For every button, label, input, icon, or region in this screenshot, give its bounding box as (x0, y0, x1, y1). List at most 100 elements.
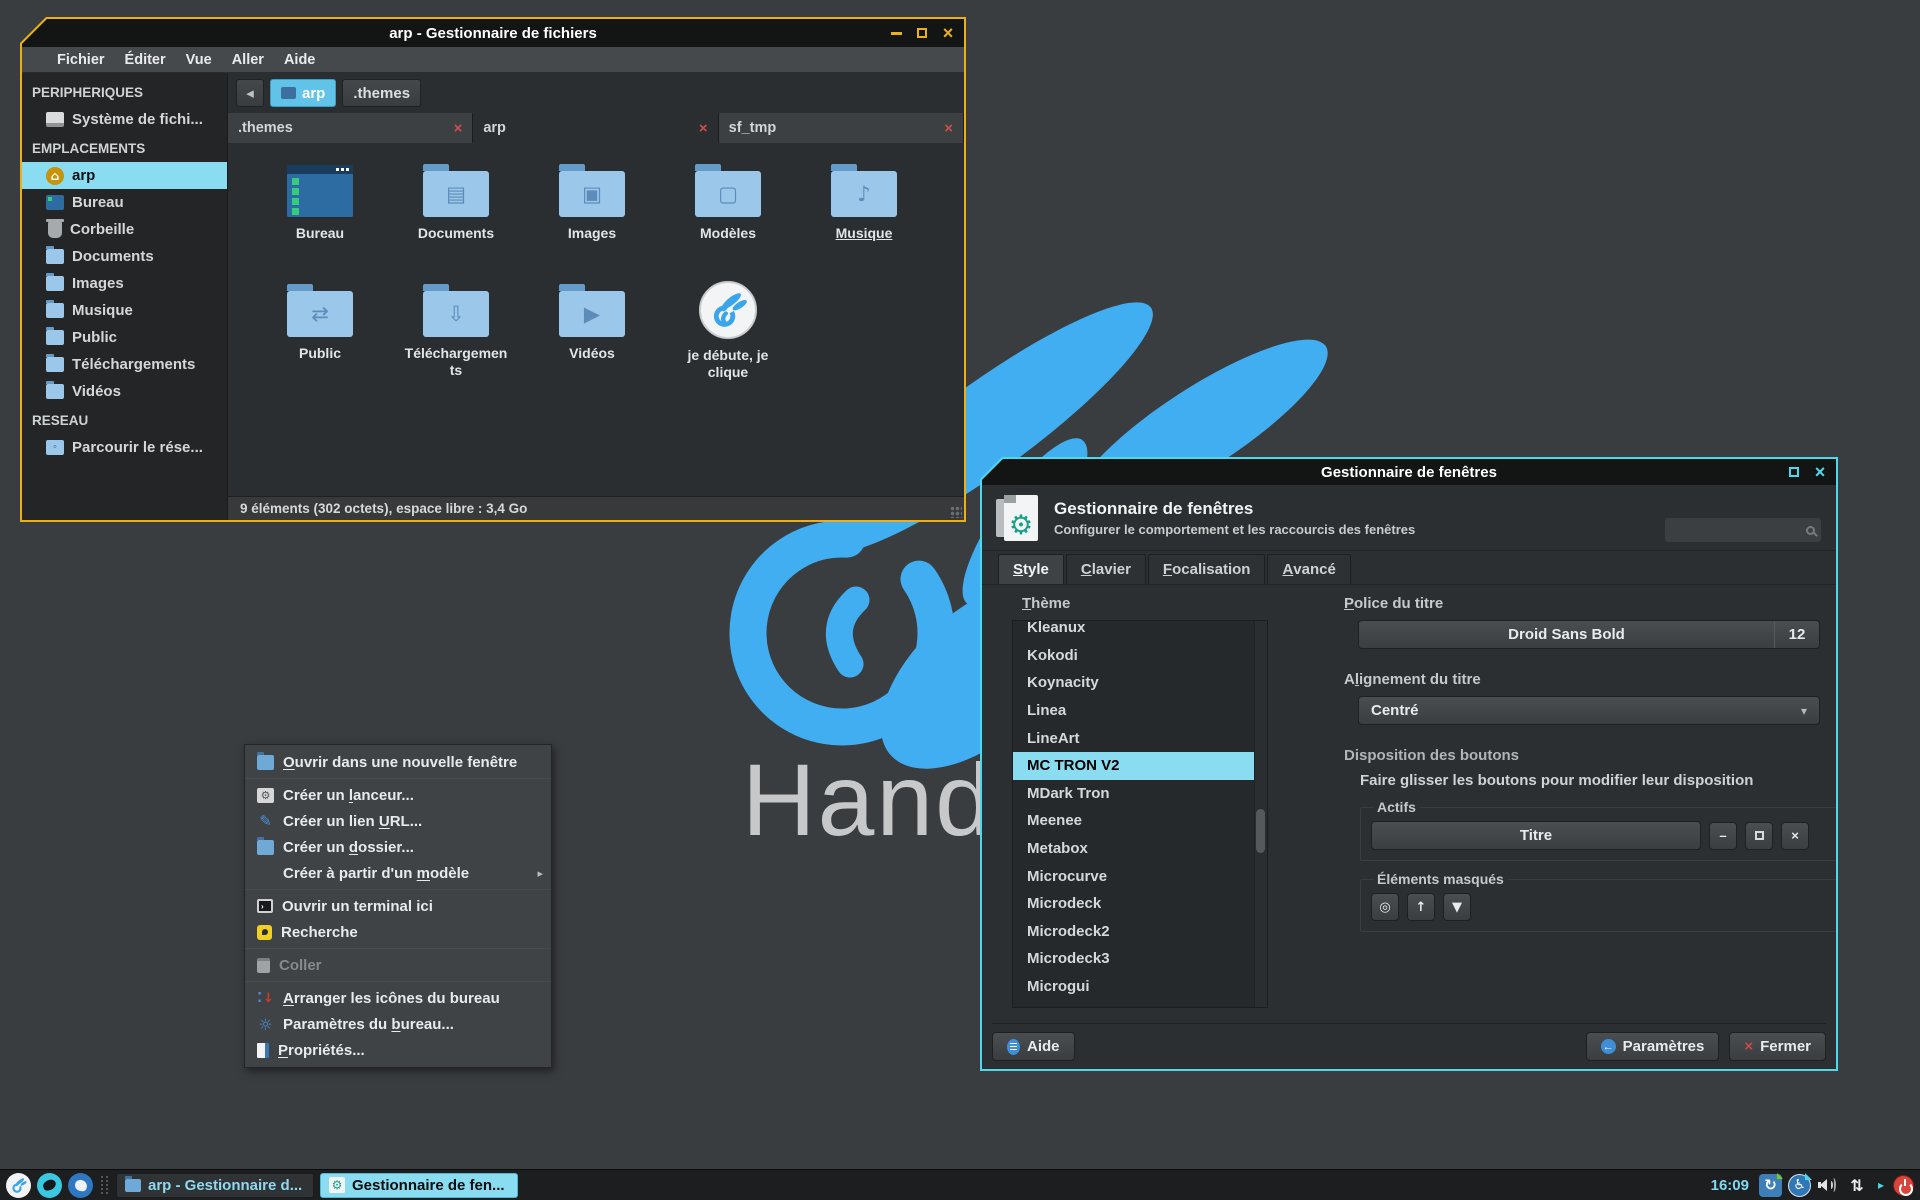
theme-option[interactable]: Microgui (1013, 973, 1267, 1001)
file-images[interactable]: ▣ Images (524, 157, 660, 277)
tab-clavier[interactable]: Clavier (1065, 554, 1146, 584)
sidebar-item-bureau[interactable]: Bureau (22, 189, 227, 216)
sidebar-item-corbeille[interactable]: Corbeille (22, 216, 227, 243)
network-tray-icon[interactable]: ⇅ (1845, 1173, 1869, 1197)
theme-list[interactable]: Kleanux Kokodi Koynacity Linea LineArt M… (1012, 620, 1268, 1008)
stick-drag-button[interactable]: ◎ (1371, 893, 1399, 921)
maximize-drag-button[interactable] (1745, 821, 1773, 850)
launcher-mascot-icon[interactable] (68, 1172, 93, 1198)
file-public[interactable]: ⇄ Public (252, 277, 388, 397)
theme-option[interactable]: Microdeck3 (1013, 945, 1267, 973)
theme-option[interactable]: Mofit (1013, 1000, 1267, 1007)
maximize-button[interactable] (1786, 464, 1802, 480)
menu-editer[interactable]: Éditer (116, 50, 175, 70)
back-button[interactable]: ◂ (236, 79, 264, 107)
tab-avance[interactable]: Avancé (1267, 554, 1351, 584)
minimize-button[interactable] (888, 25, 904, 41)
menu-aide[interactable]: Aide (275, 50, 324, 70)
file-musique[interactable]: ♪ Musique (796, 157, 932, 277)
close-button[interactable]: × (940, 24, 956, 42)
clock[interactable]: 16:09 (1711, 1177, 1749, 1194)
title-alignment-dropdown[interactable]: Centré ▾ (1358, 696, 1820, 725)
power-button-icon[interactable] (1893, 1174, 1914, 1196)
maximize-button[interactable] (914, 25, 930, 41)
theme-option[interactable]: Microcurve (1013, 862, 1267, 890)
updates-tray-icon[interactable]: ↻ (1759, 1173, 1782, 1197)
sidebar-item-musique[interactable]: Musique (22, 297, 227, 324)
sidebar-item-videos[interactable]: Vidéos (22, 378, 227, 405)
volume-tray-icon[interactable] (1817, 1173, 1839, 1197)
theme-option[interactable]: Kleanux (1013, 621, 1267, 642)
theme-option[interactable]: Koynacity (1013, 669, 1267, 697)
scrollbar-thumb[interactable] (1256, 809, 1265, 853)
menu-item-ouvrir-terminal[interactable]: › Ouvrir un terminal ici (245, 893, 551, 919)
menu-fichier[interactable]: Fichier (48, 50, 114, 70)
notification-arrow-icon[interactable]: ▸ (1875, 1173, 1887, 1197)
path-button-arp[interactable]: arp (270, 79, 337, 107)
theme-option-selected[interactable]: MC TRON V2 (1013, 751, 1267, 780)
tab-close-icon[interactable]: × (699, 120, 708, 137)
theme-option[interactable]: Microdeck (1013, 890, 1267, 918)
menu-drag-button[interactable]: ▼ (1443, 893, 1471, 921)
close-dialog-button[interactable]: × Fermer (1729, 1032, 1826, 1061)
resize-grip[interactable] (950, 506, 962, 518)
close-button[interactable]: × (1812, 463, 1828, 481)
menu-item-proprietes[interactable]: Propriétés... (245, 1037, 551, 1063)
minimize-drag-button[interactable]: – (1709, 821, 1737, 850)
taskbar-button-file-manager[interactable]: arp - Gestionnaire d... (116, 1172, 314, 1198)
file-bureau[interactable]: Bureau (252, 157, 388, 277)
file-modeles[interactable]: ▢ Modèles (660, 157, 796, 277)
shade-drag-button[interactable]: ↑ (1407, 893, 1435, 921)
file-telechargements[interactable]: ⇩ Téléchargements (388, 277, 524, 397)
menu-item-creer-lanceur[interactable]: ⚙ Créer un lanceur... (245, 782, 551, 808)
sidebar-item-telechargements[interactable]: Téléchargements (22, 351, 227, 378)
menu-vue[interactable]: Vue (177, 50, 221, 70)
menu-item-creer-a-partir-modele[interactable]: Créer à partir d'un modèle ▸ (245, 860, 551, 886)
tab-style[interactable]: Style (998, 554, 1064, 584)
menu-item-recherche[interactable]: Recherche (245, 919, 551, 945)
file-je-debute-je-clique[interactable]: je débute, je clique (660, 277, 796, 397)
fm-titlebar[interactable]: arp - Gestionnaire de fichiers × (22, 19, 964, 47)
path-button-themes[interactable]: .themes (342, 79, 422, 107)
file-documents[interactable]: ▤ Documents (388, 157, 524, 277)
wm-titlebar[interactable]: Gestionnaire de fenêtres × (982, 459, 1836, 485)
tab-close-icon[interactable]: × (454, 120, 463, 137)
taskbar-button-window-manager[interactable]: ⚙ Gestionnaire de fen... (320, 1172, 518, 1198)
sidebar-item-public[interactable]: Public (22, 324, 227, 351)
launcher-browser-icon[interactable] (37, 1172, 62, 1198)
tab-themes[interactable]: .themes × (228, 113, 474, 143)
close-drag-button[interactable]: × (1781, 821, 1809, 850)
theme-option[interactable]: LineArt (1013, 724, 1267, 752)
tab-focalisation[interactable]: Focalisation (1147, 554, 1266, 584)
sidebar-item-documents[interactable]: Documents (22, 243, 227, 270)
launcher-handy-icon[interactable] (6, 1172, 31, 1198)
theme-option[interactable]: Microdeck2 (1013, 918, 1267, 946)
accessibility-tray-icon[interactable]: ♿ (1788, 1173, 1811, 1197)
all-settings-button[interactable]: ← Paramètres (1585, 1032, 1720, 1061)
file-videos[interactable]: ▶ Vidéos (524, 277, 660, 397)
title-font-button[interactable]: Droid Sans Bold 12 (1358, 620, 1820, 649)
sidebar-item-images[interactable]: Images (22, 270, 227, 297)
tab-close-icon[interactable]: × (944, 120, 953, 137)
sidebar-item-parcourir-le-reseau[interactable]: Parcourir le rése... (22, 434, 227, 461)
theme-option[interactable]: Metabox (1013, 835, 1267, 863)
menu-aller[interactable]: Aller (223, 50, 273, 70)
scrollbar-track[interactable] (1254, 621, 1267, 1007)
menu-item-ouvrir-nouvelle-fenetre[interactable]: Ouvrir dans une nouvelle fenêtre (245, 749, 551, 775)
theme-option[interactable]: Kokodi (1013, 642, 1267, 670)
panel-handle[interactable] (101, 1176, 108, 1194)
sidebar-item-systeme-de-fichiers[interactable]: Système de fichi... (22, 106, 227, 133)
tab-sf-tmp[interactable]: sf_tmp × (718, 113, 964, 143)
tab-arp[interactable]: arp × (473, 113, 719, 143)
help-button[interactable]: Aide (992, 1032, 1075, 1061)
title-drag-button[interactable]: Titre (1371, 821, 1701, 850)
menu-item-parametres-bureau[interactable]: ☼ Paramètres du bureau... (245, 1011, 551, 1037)
menu-item-arranger-icones[interactable]: ↓ Arranger les icônes du bureau (245, 985, 551, 1011)
theme-option[interactable]: Linea (1013, 697, 1267, 725)
menu-item-creer-dossier[interactable]: Créer un dossier... (245, 834, 551, 860)
search-input[interactable] (1686, 522, 1806, 538)
menu-item-creer-lien-url[interactable]: ✎ Créer un lien URL... (245, 808, 551, 834)
search-field[interactable] (1664, 517, 1822, 543)
theme-option[interactable]: MDark Tron (1013, 780, 1267, 808)
theme-option[interactable]: Meenee (1013, 807, 1267, 835)
